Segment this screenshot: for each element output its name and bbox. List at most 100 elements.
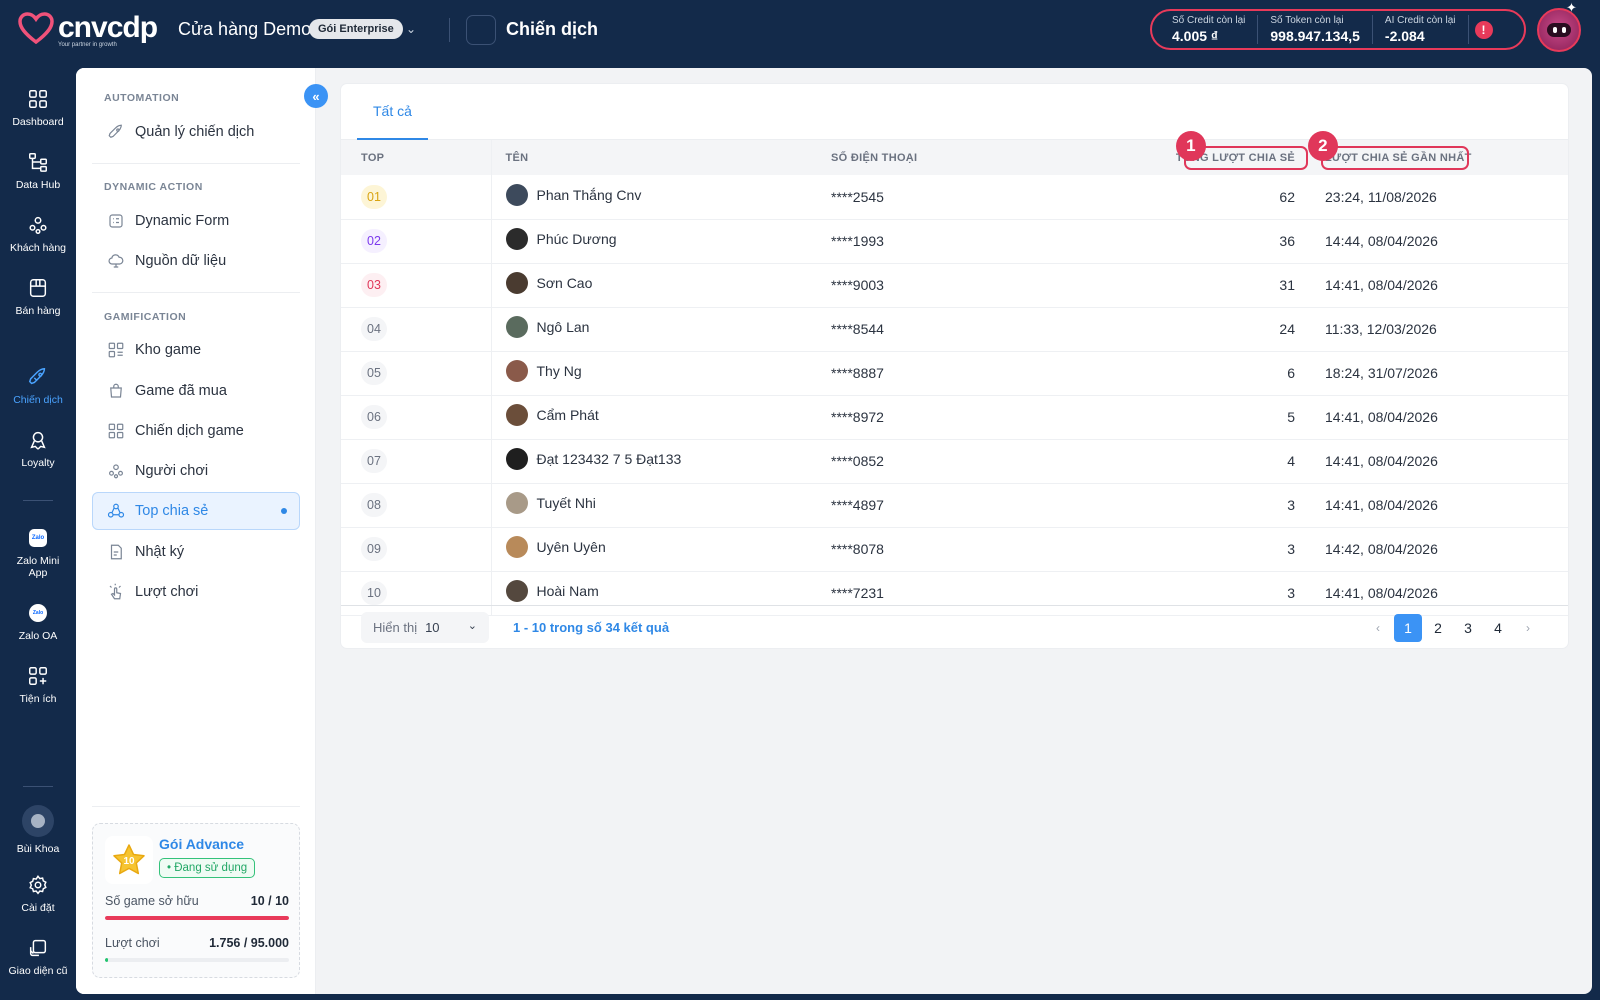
rail-item-legacy-ui[interactable]: Giao diện cũ: [0, 937, 76, 977]
rank-cell: 05: [341, 351, 492, 395]
column-header-phone[interactable]: SỐ ĐIỆN THOẠI: [831, 140, 1161, 175]
sidebar-item-players[interactable]: Người chơi: [92, 452, 300, 490]
rail-label: Loyalty: [21, 457, 55, 469]
sidebar-item-game-store[interactable]: Kho game: [92, 331, 300, 369]
page-icon-box: [466, 15, 496, 45]
active-dot: [281, 508, 287, 514]
table-row[interactable]: 06 Cẩm Phát ****8972 5 14:41, 08/04/2026: [341, 395, 1568, 439]
table-row[interactable]: 07 Đạt 123432 7 5 Đạt133 ****0852 4 14:41, 0…: [341, 439, 1568, 483]
total-shares-cell: 5: [1287, 409, 1295, 425]
chevron-down-icon[interactable]: ⌄: [406, 22, 416, 36]
page-button-3[interactable]: 3: [1454, 614, 1482, 642]
left-rail: Dashboard Data Hub Khách hàng Bán hàng C…: [0, 68, 76, 1000]
total-shares-cell: 4: [1287, 453, 1295, 469]
logo-tagline: Your partner in growth: [58, 42, 117, 48]
plan-badge[interactable]: Gói Enterprise: [309, 19, 403, 39]
rank-badge: 01: [361, 184, 387, 209]
rail-item-user[interactable]: Bùi Khoa: [0, 805, 76, 855]
page-button-2[interactable]: 2: [1424, 614, 1452, 642]
page-button-4[interactable]: 4: [1484, 614, 1512, 642]
player-name: Thy Ng: [536, 363, 582, 379]
divider: [92, 806, 300, 807]
divider: [92, 163, 300, 164]
rail-item-zalo-oa[interactable]: Zalo Zalo OA: [0, 604, 76, 642]
column-header-name[interactable]: TÊN: [491, 140, 831, 175]
table-row[interactable]: 03 Sơn Cao ****9003 31 14:41, 08/04/2026: [341, 263, 1568, 307]
customers-icon: [29, 216, 47, 234]
name-cell: Sơn Cao: [491, 263, 831, 307]
rail-label: Tiện ích: [19, 693, 57, 705]
next-page-icon[interactable]: ›: [1514, 614, 1542, 642]
plan-card: 10 Gói Advance • Đang sử dụng Số game sở…: [92, 823, 300, 978]
player-name: Uyên Uyên: [536, 539, 606, 555]
column-header-top[interactable]: TOP: [341, 140, 492, 175]
phone-cell: ****8887: [831, 365, 884, 381]
rank-badge: 07: [361, 449, 387, 473]
rail-item-dashboard[interactable]: Dashboard: [0, 88, 76, 128]
name-cell: Uyên Uyên: [491, 527, 831, 571]
column-header-total-shares[interactable]: TỔNG LƯỢT CHIA SẺ 1: [1161, 131, 1311, 175]
ai-credit-value: -2.084: [1384, 28, 1425, 44]
table-row[interactable]: 01 Phan Thắng Cnv ****2545 62 23:24, 11/08/2…: [341, 175, 1568, 219]
sidebar-item-label: Game đã mua: [135, 383, 227, 399]
table-row[interactable]: 04 Ngô Lan ****8544 24 11:33, 12/03/2026: [341, 307, 1568, 351]
credit-value: 4.005 ₫: [1172, 28, 1219, 44]
collapse-sidebar-button[interactable]: «: [304, 84, 328, 108]
rail-item-customers[interactable]: Khách hàng: [0, 214, 76, 254]
top-share-card: Tất cả TOP TÊN SỐ ĐIỆN THOẠI TỔNG LƯỢT C…: [341, 84, 1568, 648]
player-name: Phúc Dương: [536, 231, 617, 247]
avatar: [505, 272, 528, 294]
prev-page-icon[interactable]: ‹: [1364, 614, 1392, 642]
rail-item-data-hub[interactable]: Data Hub: [0, 151, 76, 191]
logo[interactable]: cnvcdp Your partner in growth: [18, 12, 158, 48]
sidebar-item-campaign-manager[interactable]: Quản lý chiến dịch: [92, 113, 300, 151]
credit-summary[interactable]: Số Credit còn lại 4.005 ₫ Số Token còn l…: [1150, 9, 1526, 50]
section-title-automation: AUTOMATION: [104, 92, 180, 104]
avatar: [22, 805, 54, 837]
table-row[interactable]: 05 Thy Ng ****8887 6 18:24, 31/07/2026: [341, 351, 1568, 395]
store-name[interactable]: Cửa hàng Demo: [178, 19, 311, 40]
sidebar-item-dynamic-form[interactable]: Dynamic Form: [92, 202, 300, 240]
sidebar-item-label: Dynamic Form: [135, 213, 230, 229]
phone-cell: ****8544: [831, 321, 884, 337]
rank-cell: 09: [341, 527, 492, 571]
table-row[interactable]: 02 Phúc Dương ****1993 36 14:44, 08/04/2026: [341, 219, 1568, 263]
sidebar-item-purchased-games[interactable]: Game đã mua: [92, 372, 300, 410]
avatar: [505, 492, 528, 514]
rail-item-campaigns[interactable]: Chiến dịch: [0, 366, 76, 406]
page-size-select[interactable]: Hiển thị 10 ⌄: [361, 612, 489, 643]
table-row[interactable]: 09 Uyên Uyên ****8078 3 14:42, 08/04/2026: [341, 527, 1568, 571]
sidebar-item-log[interactable]: Nhật ký: [92, 533, 300, 571]
rail-item-zalo-mini-app[interactable]: Zalo Zalo Mini App: [0, 529, 76, 579]
section-title-dynamic-action: DYNAMIC ACTION: [104, 181, 203, 193]
sidebar-item-data-source[interactable]: Nguồn dữ liệu: [92, 242, 300, 280]
credit-label: Số Credit còn lại: [1172, 15, 1246, 26]
column-header-last-share[interactable]: LƯỢT CHIA SẺ GẦN NHẤT 2: [1308, 131, 1568, 175]
sidebar-item-plays[interactable]: Lượt chơi: [92, 573, 300, 611]
rail-item-utilities[interactable]: Tiện ích: [0, 665, 76, 705]
page-button-1[interactable]: 1: [1394, 614, 1422, 642]
name-cell: Tuyết Nhi: [491, 483, 831, 527]
rank-badge: 06: [361, 405, 387, 429]
rank-badge: 09: [361, 537, 387, 561]
tap-icon: [109, 583, 122, 600]
rocket-icon: [28, 368, 46, 385]
pagination: ‹ 1 2 3 4 ›: [1364, 614, 1542, 642]
avatar: [505, 228, 528, 250]
rail-item-loyalty[interactable]: Loyalty: [0, 429, 76, 469]
rail-divider: [23, 786, 53, 787]
rail-label: Dashboard: [12, 116, 64, 128]
rail-item-settings[interactable]: Cài đặt: [0, 874, 76, 914]
sidebar-item-game-campaigns[interactable]: Chiến dịch game: [92, 412, 300, 450]
phone-cell: ****1993: [831, 233, 884, 249]
grid-icon: [108, 342, 124, 358]
table-row[interactable]: 08 Tuyết Nhi ****4897 3 14:41, 08/04/2026: [341, 483, 1568, 527]
rail-item-sales[interactable]: Bán hàng: [0, 277, 76, 317]
highlight-box: [1321, 146, 1469, 170]
cloud-icon: [108, 254, 124, 268]
data-hub-icon: [29, 153, 47, 172]
tab-all[interactable]: Tất cả: [357, 84, 428, 140]
info-icon[interactable]: !: [1474, 20, 1493, 39]
sidebar-item-top-share[interactable]: Top chia sẻ: [92, 492, 300, 530]
plays-progress: [105, 958, 289, 962]
